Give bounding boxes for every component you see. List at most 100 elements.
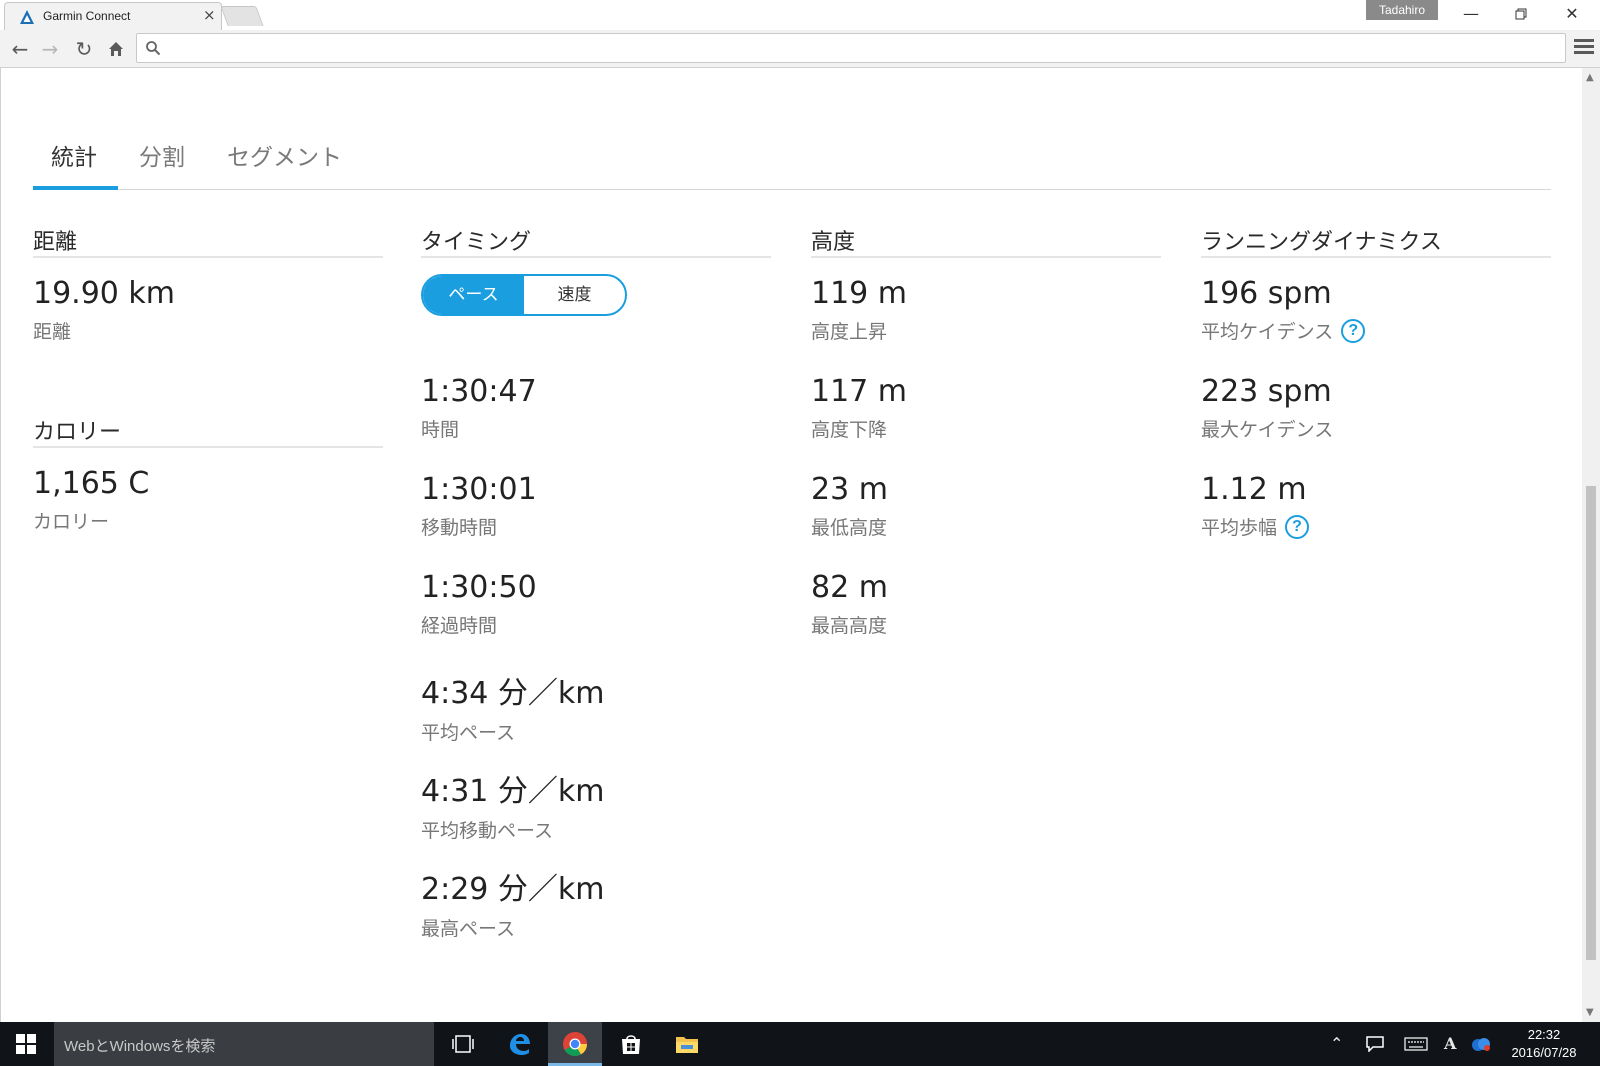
restore-button[interactable]: [1506, 3, 1536, 25]
stat-moving-time: 1:30:01 移動時間: [421, 472, 537, 540]
stat-time: 1:30:47 時間: [421, 374, 537, 442]
taskbar: WebとWindowsを検索 ⌃ A 22:32 2016/07/28: [0, 1022, 1600, 1066]
chrome-icon[interactable]: [548, 1022, 602, 1066]
stat-label: カロリー: [33, 511, 110, 533]
stat-value: 196 spm: [1201, 276, 1332, 311]
help-icon[interactable]: ?: [1285, 514, 1310, 539]
task-view-icon[interactable]: [436, 1022, 490, 1066]
minimize-button[interactable]: —: [1456, 3, 1486, 25]
tab-close-icon[interactable]: ×: [203, 6, 216, 24]
keyboard-icon[interactable]: [1404, 1022, 1428, 1066]
tab-title: Garmin Connect: [43, 9, 131, 23]
stat-min-elev: 23 m 最低高度: [811, 472, 888, 540]
address-bar[interactable]: [136, 33, 1566, 63]
help-icon[interactable]: ?: [1341, 318, 1366, 343]
notification-icon[interactable]: [1366, 1022, 1384, 1066]
stat-label: 平均ペース: [421, 722, 516, 744]
stat-label: 距離: [33, 321, 72, 343]
distance-section: 距離 19.90 km 距離: [33, 224, 383, 343]
stat-value: 1:30:50: [421, 570, 537, 605]
stat-value: 82 m: [811, 570, 888, 605]
elevation-heading: 高度: [811, 224, 1161, 258]
calories-heading: カロリー: [33, 414, 383, 448]
stat-label: 高度上昇: [811, 321, 888, 343]
pace-toggle-option[interactable]: ペース: [423, 276, 524, 314]
stat-value: 19.90 km: [33, 276, 176, 311]
stat-value: 1:30:01: [421, 472, 537, 507]
active-tab-indicator: [33, 186, 118, 190]
stat-label: 高度下降: [811, 419, 888, 441]
home-icon[interactable]: [104, 37, 128, 61]
running-dynamics-section: ランニングダイナミクス 196 spm 平均ケイデンス ? 223 spm 最大…: [1201, 224, 1551, 539]
start-button[interactable]: [0, 1022, 50, 1066]
stat-value: 23 m: [811, 472, 888, 507]
stat-label-row: 平均歩幅 ?: [1201, 513, 1310, 540]
browser-tab[interactable]: Garmin Connect ×: [4, 2, 222, 30]
stat-avg-stride: 1.12 m 平均歩幅 ?: [1201, 472, 1310, 540]
system-clock[interactable]: 22:32 2016/07/28: [1496, 1026, 1592, 1062]
stat-value: 223 spm: [1201, 374, 1332, 409]
running-dynamics-heading: ランニングダイナミクス: [1201, 224, 1551, 258]
task-view-glyph: [452, 1035, 474, 1053]
close-window-button[interactable]: ✕: [1557, 3, 1587, 25]
onedrive-icon[interactable]: [1470, 1022, 1492, 1066]
file-explorer-icon[interactable]: [660, 1022, 714, 1066]
stat-label: 時間: [421, 419, 460, 441]
pace-speed-toggle[interactable]: ペース 速度: [421, 274, 627, 316]
stat-label: 経過時間: [421, 615, 498, 637]
stat-max-elev: 82 m 最高高度: [811, 570, 888, 638]
stat-label: 最低高度: [811, 517, 888, 539]
store-glyph: [622, 1035, 640, 1054]
elevation-section: 高度 119 m 高度上昇 117 m 高度下降 23 m 最低高度 82 m …: [811, 224, 1161, 637]
stat-value: 2:29 分／km: [421, 872, 605, 907]
stat-elev-loss: 117 m 高度下降: [811, 374, 907, 442]
stat-label: 移動時間: [421, 517, 498, 539]
address-input[interactable]: [169, 38, 1549, 58]
stat-label: 平均歩幅: [1201, 517, 1278, 539]
tab-splits[interactable]: 分割: [139, 138, 185, 172]
tab-stats[interactable]: 統計: [51, 138, 97, 172]
store-icon[interactable]: [604, 1022, 658, 1066]
stat-value: 119 m: [811, 276, 908, 311]
garmin-favicon-icon: [20, 10, 34, 24]
scroll-down-icon[interactable]: ▼: [1586, 1007, 1594, 1018]
taskbar-search[interactable]: WebとWindowsを検索: [54, 1022, 434, 1066]
stat-avg-moving-pace: 4:31 分／km 平均移動ペース: [421, 766, 605, 843]
reload-icon[interactable]: ↻: [72, 37, 96, 61]
browser-toolbar: ← → ↻: [0, 30, 1600, 68]
chrome-glyph: [563, 1032, 587, 1057]
menu-icon[interactable]: [1574, 39, 1594, 59]
tab-segments[interactable]: セグメント: [227, 138, 342, 172]
calories-section: カロリー 1,165 C カロリー: [33, 414, 383, 533]
timing-heading: タイミング: [421, 224, 771, 258]
scroll-up-icon[interactable]: ▲: [1586, 72, 1594, 83]
new-tab-button[interactable]: [220, 6, 264, 26]
profile-badge[interactable]: Tadahiro: [1366, 0, 1438, 20]
page-scrollbar[interactable]: ▲ ▼: [1582, 68, 1600, 1022]
stat-label: 平均ケイデンス: [1201, 321, 1334, 343]
forward-icon[interactable]: →: [38, 37, 62, 61]
windows-start-icon: [16, 1034, 36, 1054]
stat-avg-cadence: 196 spm 平均ケイデンス ?: [1201, 276, 1366, 344]
stat-calories: 1,165 C カロリー: [33, 466, 149, 534]
stat-value: 1.12 m: [1201, 472, 1307, 507]
clock-date: 2016/07/28: [1511, 1045, 1577, 1060]
back-icon[interactable]: ←: [8, 37, 32, 61]
chevron-up-icon[interactable]: ⌃: [1330, 1022, 1343, 1066]
stat-elev-gain: 119 m 高度上昇: [811, 276, 907, 344]
edge-glyph: [510, 1034, 530, 1055]
stat-max-cadence: 223 spm 最大ケイデンス: [1201, 374, 1333, 442]
speed-toggle-option[interactable]: 速度: [524, 276, 625, 314]
edge-icon[interactable]: [492, 1022, 546, 1066]
timing-section: タイミング ペース 速度 1:30:47 時間 1:30:01 移動時間 1:3…: [421, 224, 771, 940]
page-content: 統計 分割 セグメント 距離 19.90 km 距離 カロリー 1,165 C …: [0, 68, 1582, 1022]
stat-value: 4:31 分／km: [421, 774, 605, 809]
stat-value: 117 m: [811, 374, 908, 409]
taskbar-search-placeholder: WebとWindowsを検索: [64, 1038, 216, 1055]
clock-time: 22:32: [1527, 1027, 1561, 1042]
scroll-thumb[interactable]: [1586, 486, 1596, 960]
onedrive-glyph: [1472, 1038, 1490, 1051]
stat-elapsed-time: 1:30:50 経過時間: [421, 570, 537, 638]
ime-indicator[interactable]: A: [1444, 1022, 1456, 1066]
stat-label: 最高高度: [811, 615, 888, 637]
